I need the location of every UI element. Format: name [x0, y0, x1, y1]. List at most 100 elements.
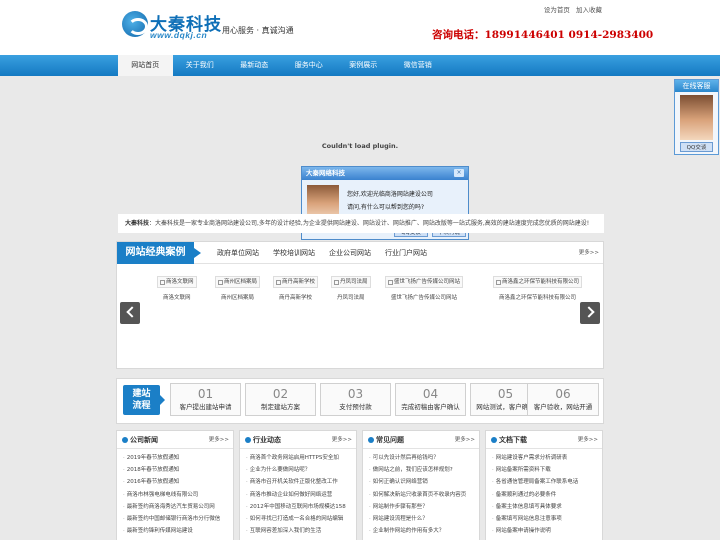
case-thumbnail: 商丹高新学校	[273, 276, 319, 288]
tab-portal[interactable]: 行业门户网站	[385, 242, 427, 264]
add-favorite-link[interactable]: 加入收藏	[576, 6, 602, 14]
bullet-icon	[122, 437, 128, 443]
list-item[interactable]: 网站制作步骤有那些？	[369, 501, 475, 513]
case-item[interactable]: 商丹高新学校 商丹高新学校	[273, 276, 319, 301]
list-item[interactable]: 2019年春节放假通知	[123, 452, 229, 464]
case-item[interactable]: 盛世飞扬广告传媒公司网站 盛世飞扬广告传媒公司网站	[385, 276, 464, 301]
list-item[interactable]: 商洛首个政务网站启用HTTPS安全加	[246, 452, 352, 464]
dialog-message-line1: 您好,欢迎光临商洛网站建设公司	[347, 191, 433, 198]
logo-mark-icon	[122, 11, 148, 37]
header: 大秦科技 www.dqkj.cn 用心服务 · 真诚沟通 设为首页 加入收藏 咨…	[0, 0, 720, 55]
list-item[interactable]: 网站备案所需资料下载	[492, 464, 598, 476]
column-more-link[interactable]: 更多>>	[332, 431, 352, 449]
cases-header: 网站经典案例 政府单位网站 学校培训网站 企业公司网站 行业门户网站 更多>>	[117, 242, 603, 264]
next-arrow-icon[interactable]	[580, 302, 600, 324]
cases-title: 网站经典案例	[117, 242, 201, 264]
tab-government[interactable]: 政府单位网站	[217, 242, 259, 264]
step-label: 制定建站方案	[261, 403, 300, 411]
column-downloads: 文档下载 更多>> 网站建设客户需求分析调研表 网站备案所需资料下载 各省通信管…	[485, 430, 603, 540]
list-item[interactable]: 网站建设流程是什么？	[369, 513, 475, 525]
list-item[interactable]: 做网站之前，我们应该怎样规划?	[369, 464, 475, 476]
list-item[interactable]: 2012年中国移动互联网市场规模达158	[246, 501, 352, 513]
service-title: 在线客服	[675, 80, 718, 92]
intro-text: ：大秦科技是一家专业商洛网站建设公司,多年的设计经验,为企业提供网站建设、网站设…	[149, 220, 590, 227]
nav-item-service[interactable]: 服务中心	[282, 55, 337, 76]
case-name: 商洛文联网	[163, 295, 191, 301]
intro-label: 大秦科技	[125, 220, 150, 227]
process-step: 01 客户提出建站申请	[170, 383, 241, 416]
case-name: 商洛鑫之环保节能科技有限公司	[499, 295, 577, 301]
list-item[interactable]: 2018年春节放假通知	[123, 464, 229, 476]
online-service-panel: 在线客服 QQ交谈	[674, 79, 719, 155]
main-nav: 网站首页 关于我们 最新动态 服务中心 案例展示 微信营销	[0, 55, 720, 76]
nav-item-cases[interactable]: 案例展示	[336, 55, 391, 76]
prev-arrow-icon[interactable]	[120, 302, 140, 324]
close-icon[interactable]: ×	[454, 169, 464, 177]
list-item[interactable]: 最新签约锋利传媒网站建设	[123, 525, 229, 537]
case-thumbnail: 丹凤司法局	[331, 276, 371, 288]
broken-image-icon	[334, 279, 339, 285]
list-item[interactable]: 企业为什么要做网站呢？	[246, 464, 352, 476]
broken-image-icon	[496, 279, 501, 285]
column-header: 常见问题 更多>>	[363, 431, 479, 449]
process-step: 04 完成初稿由客户确认	[395, 383, 466, 416]
list-item[interactable]: 各省通信管理局备案工作联系电话	[492, 476, 598, 488]
case-thumbnail: 盛世飞扬广告传媒公司网站	[385, 276, 464, 288]
list-item[interactable]: 商洛市林强电梯电线有限公司	[123, 489, 229, 501]
bullet-icon	[491, 437, 497, 443]
step-label: 客户验收，网站开通	[533, 403, 593, 411]
process-step: 06 客户验收，网站开通	[527, 383, 599, 416]
top-links: 设为首页 加入收藏	[540, 4, 602, 14]
column-more-link[interactable]: 更多>>	[455, 431, 475, 449]
column-title: 常见问题	[376, 436, 404, 444]
list-item[interactable]: 可以先设计然后再给钱吗？	[369, 452, 475, 464]
list-item[interactable]: 网站建设客户需求分析调研表	[492, 452, 598, 464]
column-more-link[interactable]: 更多>>	[209, 431, 229, 449]
nav-item-home[interactable]: 网站首页	[118, 55, 173, 76]
case-item[interactable]: 商洛文联网 商洛文联网	[157, 276, 197, 301]
list-item[interactable]: 商洛市推动企业如何做好网络运营	[246, 489, 352, 501]
cases-more-link[interactable]: 更多>>	[579, 248, 599, 256]
nav-item-about[interactable]: 关于我们	[173, 55, 228, 76]
case-item[interactable]: 商州区档案局 商州区档案局	[215, 276, 261, 301]
list-item[interactable]: 最新签约中国邮储银行商洛市分行微信	[123, 513, 229, 525]
step-number: 06	[555, 387, 571, 401]
dialog-message-line2: 请问,有什么可以帮到您的吗?	[347, 204, 425, 211]
broken-image-icon	[218, 279, 223, 285]
set-home-link[interactable]: 设为首页	[544, 6, 570, 14]
list-item[interactable]: 如何寻找已打造成一名合格的网站编辑	[246, 513, 352, 525]
column-header: 文档下载 更多>>	[486, 431, 602, 449]
cases-section: 网站经典案例 政府单位网站 学校培训网站 企业公司网站 行业门户网站 更多>> …	[116, 241, 604, 369]
list-item[interactable]: 备案主体信息填写具体要求	[492, 501, 598, 513]
column-faq: 常见问题 更多>> 可以先设计然后再给钱吗？ 做网站之前，我们应该怎样规划? 如…	[362, 430, 480, 540]
tab-enterprise[interactable]: 企业公司网站	[329, 242, 371, 264]
list-item[interactable]: 网站备案申请操作说明	[492, 525, 598, 537]
list-item[interactable]: 备案顺利通过的必要条件	[492, 489, 598, 501]
plugin-error-message: Couldn't load plugin.	[321, 142, 399, 150]
case-name: 盛世飞扬广告传媒公司网站	[391, 295, 458, 301]
list-item[interactable]: 商洛市召开机关软件正版化整改工作	[246, 476, 352, 488]
list-item[interactable]: 最新签约商洛海秀达汽车贸易公司网	[123, 501, 229, 513]
case-item[interactable]: 丹凤司法局 丹凤司法局	[331, 276, 371, 301]
tab-school[interactable]: 学校培训网站	[273, 242, 315, 264]
column-company-news: 公司新闻 更多>> 2019年春节放假通知 2018年春节放假通知 2016年春…	[116, 430, 234, 540]
column-industry-news: 行业动态 更多>> 商洛首个政务网站启用HTTPS安全加 企业为什么要做网站呢？…	[239, 430, 357, 540]
column-more-link[interactable]: 更多>>	[578, 431, 598, 449]
step-number: 04	[422, 387, 439, 401]
service-agent-photo	[680, 95, 713, 140]
step-number: 03	[347, 387, 364, 401]
list-item[interactable]: 如何解决新站只收录首页不收录内容页	[369, 489, 475, 501]
list-item[interactable]: 备案填写网站信息注意事项	[492, 513, 598, 525]
step-label: 完成初稿由客户确认	[401, 403, 460, 411]
service-qq-button[interactable]: QQ交谈	[680, 142, 713, 152]
dialog-title: 大秦网络科技	[302, 167, 468, 180]
list-item[interactable]: 2016年春节放假通知	[123, 476, 229, 488]
nav-item-wechat[interactable]: 微信营销	[391, 55, 446, 76]
case-name: 丹凤司法局	[337, 295, 365, 301]
list-item[interactable]: 互联网容差加深入我们的生活	[246, 525, 352, 537]
case-item[interactable]: 商洛鑫之环保节能科技有限公司 商洛鑫之环保节能科技有限公司	[493, 276, 583, 301]
list-item[interactable]: 企业制作网站的作用有多大？	[369, 525, 475, 537]
case-thumbnail: 商洛鑫之环保节能科技有限公司	[493, 276, 583, 288]
list-item[interactable]: 如何正确认识网络营销	[369, 476, 475, 488]
nav-item-news[interactable]: 最新动态	[227, 55, 282, 76]
